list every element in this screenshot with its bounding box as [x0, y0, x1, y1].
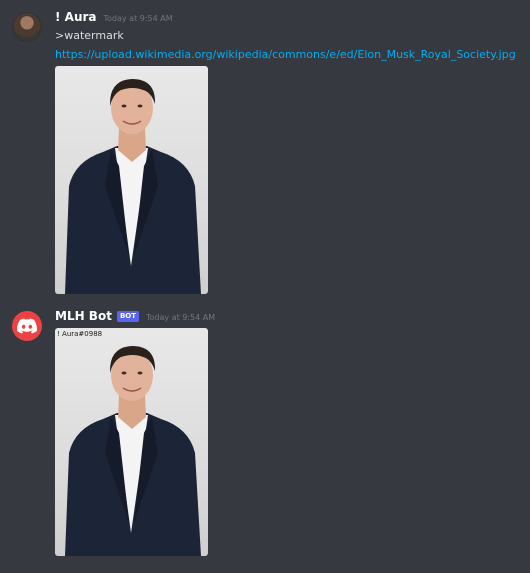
portrait-image [65, 79, 201, 294]
message-content: ! Aura Today at 9:54 AM >watermark https… [55, 10, 520, 294]
bot-tag-badge: BOT [116, 311, 139, 322]
chat-channel: ! Aura Today at 9:54 AM >watermark https… [0, 0, 530, 573]
message-timestamp: Today at 9:54 AM [146, 313, 216, 322]
attached-image[interactable]: ! Aura#0988 [55, 328, 208, 556]
message-timestamp: Today at 9:54 AM [103, 14, 173, 23]
author-name[interactable]: ! Aura [55, 10, 97, 24]
image-watermark: ! Aura#0988 [57, 330, 103, 338]
image-link[interactable]: https://upload.wikimedia.org/wikipedia/c… [55, 48, 516, 61]
portrait-image [65, 346, 201, 556]
attached-image[interactable] [55, 66, 208, 294]
message-content: MLH Bot BOT Today at 9:54 AM ! Aura#0988 [55, 309, 520, 556]
discord-logo-icon [17, 318, 37, 334]
user-avatar[interactable] [12, 12, 42, 42]
bot-avatar[interactable] [12, 311, 42, 341]
author-name[interactable]: MLH Bot [55, 309, 112, 323]
message-text: >watermark [55, 29, 124, 42]
message-header: ! Aura Today at 9:54 AM [55, 10, 520, 28]
message-header: MLH Bot BOT Today at 9:54 AM [55, 309, 520, 327]
